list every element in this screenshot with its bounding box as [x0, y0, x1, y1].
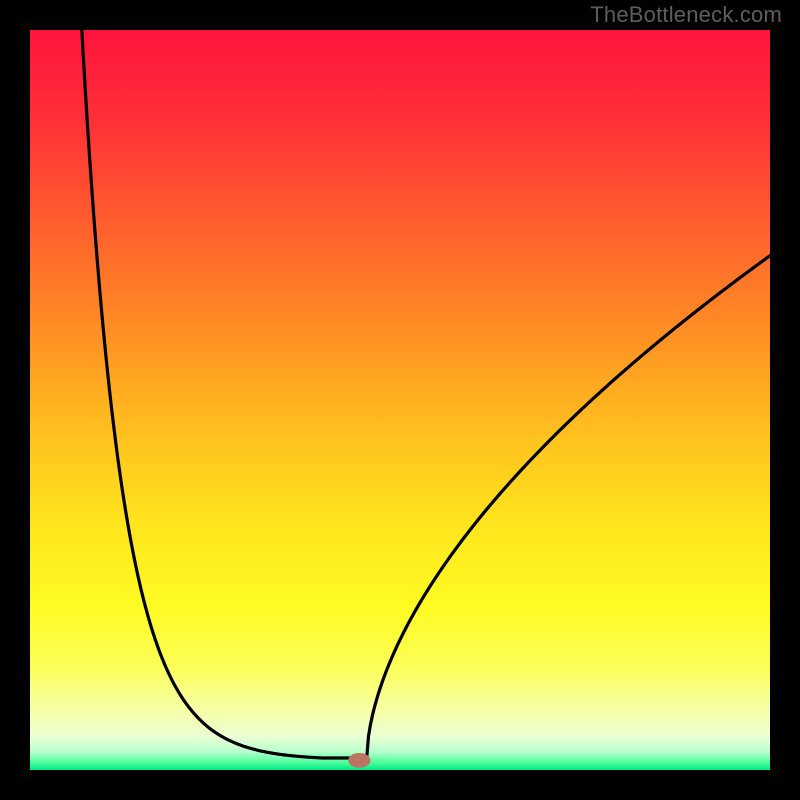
chart-container: TheBottleneck.com	[0, 0, 800, 800]
gradient-backdrop	[30, 30, 770, 770]
bottleneck-plot	[30, 30, 770, 770]
optimum-marker	[348, 753, 370, 768]
watermark-text: TheBottleneck.com	[590, 2, 782, 28]
